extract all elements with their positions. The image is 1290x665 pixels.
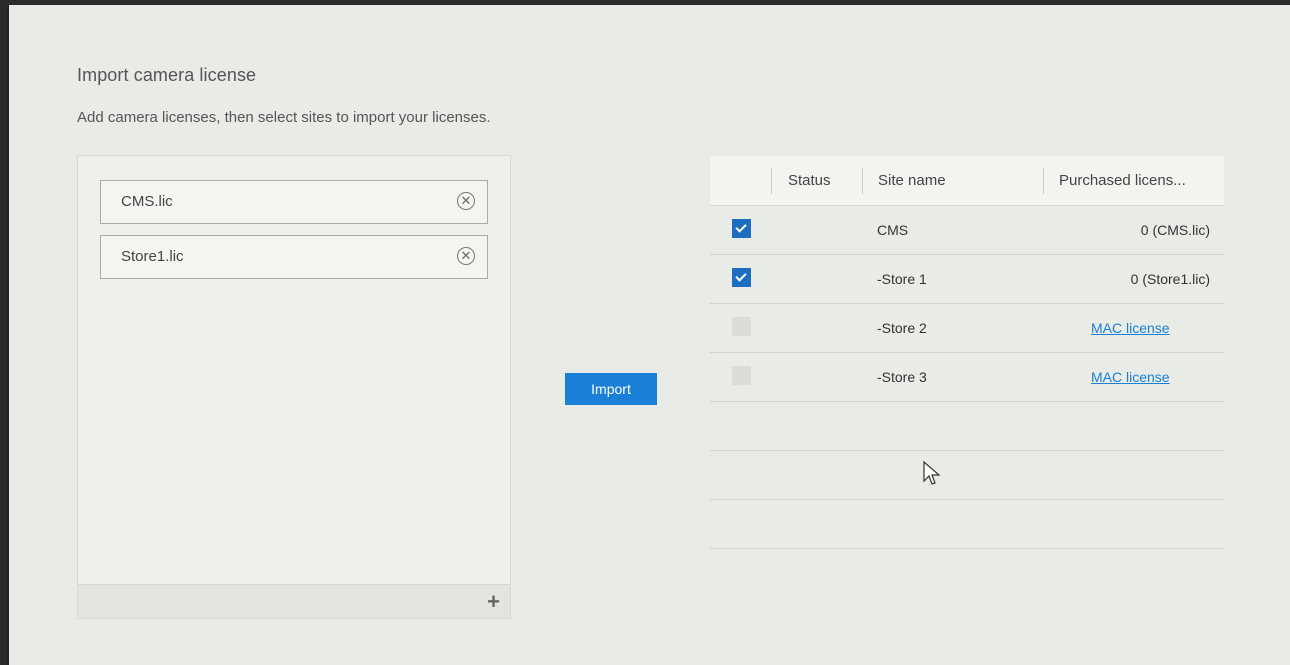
import-license-dialog: Import camera license Add camera license…: [7, 5, 1290, 665]
site-name: -Store 2: [877, 320, 927, 336]
license-list-panel: CMS.lic ✕ Store1.lic ✕ +: [77, 155, 511, 619]
license-panel-footer: +: [78, 584, 510, 618]
site-name: -Store 1: [877, 271, 927, 287]
mac-license-link[interactable]: MAC license: [1091, 369, 1170, 385]
purchased-license: 0 (CMS.lic): [1140, 222, 1210, 238]
license-item[interactable]: CMS.lic ✕: [100, 180, 488, 224]
site-name: -Store 3: [877, 369, 927, 385]
plus-icon[interactable]: +: [487, 589, 500, 615]
row-checkbox[interactable]: [732, 268, 751, 287]
row-checkbox[interactable]: [732, 317, 751, 336]
column-header-site-name[interactable]: Site name: [878, 172, 946, 189]
column-header-status[interactable]: Status: [788, 172, 831, 189]
table-row[interactable]: CMS 0 (CMS.lic): [710, 206, 1224, 255]
empty-table-row: [710, 451, 1224, 500]
column-header-purchased[interactable]: Purchased licens...: [1059, 172, 1186, 189]
close-circle-icon[interactable]: ✕: [457, 247, 475, 265]
license-file-name: Store1.lic: [121, 248, 184, 265]
column-divider: [1043, 168, 1044, 194]
table-row[interactable]: -Store 1 0 (Store1.lic): [710, 255, 1224, 304]
mac-license-link[interactable]: MAC license: [1091, 320, 1170, 336]
row-checkbox[interactable]: [732, 219, 751, 238]
page-subtitle: Add camera licenses, then select sites t…: [77, 109, 491, 126]
site-name: CMS: [877, 222, 909, 238]
license-file-name: CMS.lic: [121, 193, 173, 210]
close-circle-icon[interactable]: ✕: [457, 192, 475, 210]
purchased-license: 0 (Store1.lic): [1130, 271, 1210, 287]
site-table: Status Site name Purchased licens... CMS…: [710, 156, 1224, 549]
empty-table-row: [710, 402, 1224, 451]
empty-table-row: [710, 500, 1224, 549]
row-checkbox[interactable]: [732, 366, 751, 385]
column-divider: [771, 168, 772, 194]
column-divider: [862, 168, 863, 194]
page-title: Import camera license: [77, 65, 257, 85]
table-row[interactable]: -Store 2 MAC license: [710, 304, 1224, 353]
mouse-cursor-icon: [923, 461, 941, 485]
table-header: Status Site name Purchased licens...: [710, 156, 1224, 206]
table-row[interactable]: -Store 3 MAC license: [710, 353, 1224, 402]
import-button[interactable]: Import: [565, 373, 657, 405]
license-item[interactable]: Store1.lic ✕: [100, 235, 488, 279]
